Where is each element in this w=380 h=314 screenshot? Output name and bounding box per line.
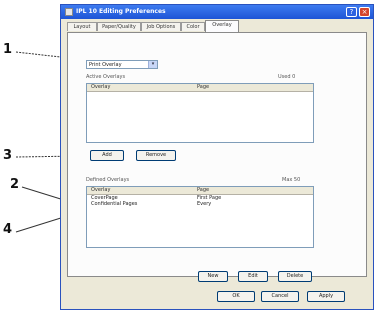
app-icon bbox=[65, 8, 73, 16]
tab-layout[interactable]: Layout bbox=[67, 22, 97, 31]
tab-color[interactable]: Color bbox=[181, 22, 205, 31]
column-header-overlay[interactable]: Overlay bbox=[91, 187, 110, 194]
active-overlays-list[interactable]: Overlay Page bbox=[86, 83, 314, 143]
tab-job-options[interactable]: Job Options bbox=[141, 22, 181, 31]
column-header-page[interactable]: Page bbox=[197, 187, 209, 194]
cancel-button[interactable]: Cancel bbox=[261, 291, 299, 302]
column-header-page[interactable]: Page bbox=[197, 84, 209, 91]
list-item[interactable]: Confidential Pages Every bbox=[89, 201, 311, 207]
ok-button[interactable]: OK bbox=[217, 291, 255, 302]
defined-overlays-list[interactable]: Overlay Page CoverPage First Page Confid… bbox=[86, 186, 314, 248]
help-button[interactable]: ? bbox=[346, 7, 357, 17]
title-bar[interactable]: IPL 10 Editing Preferences ? × bbox=[61, 5, 373, 19]
active-overlays-label: Active Overlays bbox=[86, 74, 126, 80]
column-header-overlay[interactable]: Overlay bbox=[91, 84, 110, 91]
window-title: IPL 10 Editing Preferences bbox=[76, 8, 166, 15]
dropdown-value: Print Overlay bbox=[89, 62, 122, 68]
active-overlays-count: Used 0 bbox=[278, 74, 296, 80]
defined-overlays-label: Defined Overlays bbox=[86, 177, 130, 183]
edit-button[interactable]: Edit bbox=[238, 271, 268, 282]
overlay-panel: Print Overlay ▾ Active Overlays Used 0 O… bbox=[67, 32, 367, 282]
defined-overlays-count: Max 50 bbox=[282, 177, 301, 183]
remove-button[interactable]: Remove bbox=[136, 150, 176, 161]
tab-strip: Layout Paper/Quality Job Options Color O… bbox=[67, 20, 367, 32]
new-button[interactable]: New bbox=[198, 271, 228, 282]
apply-button[interactable]: Apply bbox=[307, 291, 345, 302]
tab-paper-quality[interactable]: Paper/Quality bbox=[97, 22, 141, 31]
chevron-down-icon[interactable]: ▾ bbox=[148, 61, 157, 68]
overlay-name: Confidential Pages bbox=[91, 201, 138, 207]
add-button[interactable]: Add bbox=[90, 150, 124, 161]
print-overlay-dropdown[interactable]: Print Overlay ▾ bbox=[86, 60, 158, 69]
close-button[interactable]: × bbox=[359, 7, 370, 17]
delete-button[interactable]: Delete bbox=[278, 271, 312, 282]
tab-overlay[interactable]: Overlay bbox=[205, 20, 239, 32]
overlay-page: Every bbox=[197, 201, 212, 207]
active-overlays-header: Overlay Page bbox=[87, 84, 313, 92]
dialog-window: IPL 10 Editing Preferences ? × Layout Pa… bbox=[60, 4, 374, 310]
defined-overlays-header: Overlay Page bbox=[87, 187, 313, 195]
